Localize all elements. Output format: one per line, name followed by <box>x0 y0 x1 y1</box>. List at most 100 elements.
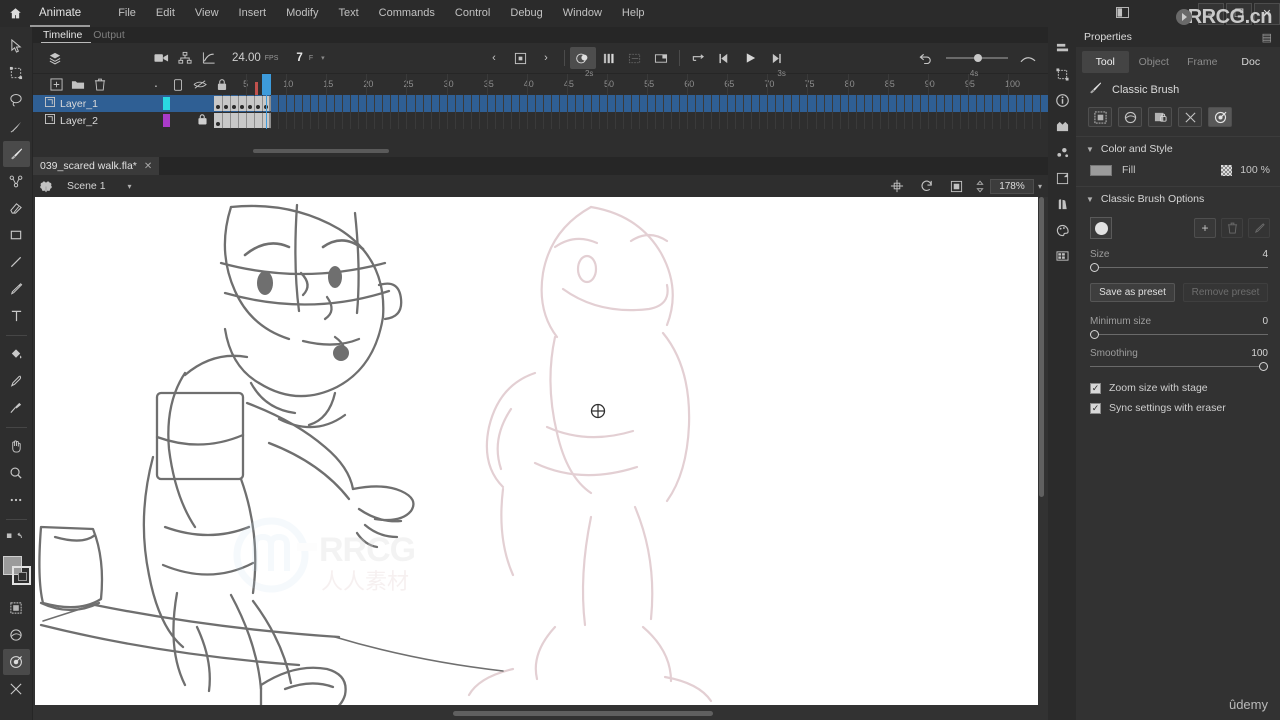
paint-option-icon[interactable] <box>2 649 30 675</box>
show-hide-all-icon[interactable]: · <box>145 75 167 95</box>
brush-tool-classic[interactable] <box>3 114 30 140</box>
save-as-preset-button[interactable]: Save as preset <box>1090 283 1175 302</box>
play-button[interactable] <box>737 47 763 69</box>
zoom-level-input[interactable]: 178% <box>989 178 1034 194</box>
layer-row[interactable]: Layer_2 <box>33 112 1098 129</box>
fill-color-swatch[interactable] <box>1090 164 1112 176</box>
home-icon[interactable] <box>0 7 30 20</box>
color-panel-icon[interactable] <box>1050 217 1074 243</box>
more-tools-icon[interactable] <box>3 487 30 513</box>
workspace-icon[interactable] <box>1110 6 1134 21</box>
actions-panel-icon[interactable] <box>1050 139 1074 165</box>
chevron-down-icon[interactable]: ▼ <box>1086 145 1094 154</box>
camera-icon[interactable] <box>149 47 173 69</box>
panel-menu-icon[interactable]: ▤ <box>1262 31 1272 44</box>
tab-tool[interactable]: Tool <box>1082 51 1129 73</box>
zoom-size-checkbox[interactable]: ✓ <box>1090 382 1101 394</box>
scene-icon[interactable] <box>33 176 59 196</box>
frame-size-slider[interactable] <box>946 54 1008 62</box>
outline-all-icon[interactable] <box>167 75 189 95</box>
rotate-stage-icon[interactable] <box>914 176 940 196</box>
menu-help[interactable]: Help <box>612 0 655 27</box>
smoothing-slider-knob[interactable] <box>1259 362 1268 371</box>
menu-edit[interactable]: Edit <box>146 0 185 27</box>
chevron-down-icon[interactable]: ▾ <box>128 182 132 191</box>
tab-object[interactable]: Object <box>1131 51 1178 73</box>
brush-mode-button[interactable] <box>1118 107 1142 127</box>
layer-frames[interactable] <box>214 112 1098 129</box>
pencil-tool[interactable] <box>3 276 30 302</box>
color-swatches[interactable] <box>1 556 31 590</box>
keyframe-marker[interactable] <box>216 122 220 126</box>
selection-tool[interactable] <box>3 33 30 59</box>
transform-panel-icon[interactable] <box>1050 61 1074 87</box>
line-tool[interactable] <box>3 249 30 275</box>
hand-tool[interactable] <box>3 433 30 459</box>
swap-colors-icon[interactable] <box>3 525 30 551</box>
playhead-marker[interactable] <box>262 74 272 96</box>
stage-horizontal-scrollbar[interactable] <box>453 711 713 716</box>
layer-lock-icon[interactable] <box>198 113 207 128</box>
free-transform-tool[interactable] <box>3 60 30 86</box>
zoom-tool[interactable] <box>3 460 30 486</box>
library-panel-icon[interactable] <box>1050 165 1074 191</box>
document-tab[interactable]: 039_scared walk.fla* ✕ <box>33 157 160 175</box>
scene-panel-icon[interactable] <box>1050 113 1074 139</box>
minimum-size-slider-knob[interactable] <box>1090 330 1099 339</box>
prev-keyframe-button[interactable]: ‹ <box>481 47 507 69</box>
frame-view-icon[interactable] <box>1016 47 1040 69</box>
layer-color-swatch[interactable] <box>163 114 170 127</box>
eraser-tool[interactable] <box>3 195 30 221</box>
edit-multiple-frames-button[interactable] <box>622 47 648 69</box>
layer-parenting-icon[interactable] <box>173 47 197 69</box>
bone-tool[interactable] <box>3 168 30 194</box>
eyedropper-tool[interactable] <box>3 368 30 394</box>
onion-range-marker[interactable] <box>255 82 259 96</box>
tab-doc[interactable]: Doc <box>1228 51 1275 73</box>
tab-frame[interactable]: Frame <box>1179 51 1226 73</box>
keyframe-marker[interactable] <box>232 105 237 109</box>
size-slider-track[interactable] <box>1090 263 1268 272</box>
minimum-size-slider-track[interactable] <box>1090 330 1268 339</box>
sync-eraser-checkbox[interactable]: ✓ <box>1090 402 1101 414</box>
keyframe-marker[interactable] <box>216 105 220 109</box>
tab-timeline[interactable]: Timeline <box>41 29 92 43</box>
onion-skin-button[interactable] <box>570 47 596 69</box>
classic-brush-options-header[interactable]: ▼ Classic Brush Options <box>1076 186 1280 211</box>
smooth-button[interactable] <box>1178 107 1202 127</box>
chevron-down-icon[interactable]: ▼ <box>1086 195 1094 204</box>
sync-eraser-checkbox-row[interactable]: ✓ Sync settings with eraser <box>1076 398 1280 418</box>
object-drawing-button[interactable] <box>1088 107 1112 127</box>
step-forward-button[interactable] <box>763 47 789 69</box>
brush-shape-preview[interactable] <box>1090 217 1112 239</box>
size-slider-knob[interactable] <box>1090 263 1099 272</box>
add-preset-button[interactable]: + <box>1194 218 1216 238</box>
rectangle-tool[interactable] <box>3 222 30 248</box>
smooth-option-icon[interactable] <box>3 622 30 648</box>
insert-keyframe-button[interactable] <box>507 47 533 69</box>
stepper-icon[interactable] <box>974 176 986 196</box>
modify-onion-markers-button[interactable] <box>648 47 674 69</box>
add-layer-icon[interactable] <box>45 75 67 95</box>
lasso-tool[interactable] <box>3 87 30 113</box>
layer-name[interactable]: Layer_1 <box>60 98 98 110</box>
tab-output[interactable]: Output <box>91 29 134 43</box>
loop-button[interactable] <box>685 47 711 69</box>
smoothing-value[interactable]: 100 <box>1251 348 1268 359</box>
chevron-down-icon[interactable]: ▾ <box>321 54 325 62</box>
menu-debug[interactable]: Debug <box>500 0 552 27</box>
delete-layer-icon[interactable] <box>89 75 111 95</box>
brush-tool[interactable] <box>2 141 30 167</box>
stroke-color-swatch[interactable] <box>12 566 31 585</box>
menu-commands[interactable]: Commands <box>369 0 445 27</box>
object-drawing-toggle[interactable] <box>3 595 30 621</box>
text-tool[interactable] <box>3 303 30 329</box>
zoom-size-checkbox-row[interactable]: ✓ Zoom size with stage <box>1076 378 1280 398</box>
menu-window[interactable]: Window <box>553 0 612 27</box>
frame-size-knob[interactable] <box>974 54 982 62</box>
size-value[interactable]: 4 <box>1262 249 1268 260</box>
color-and-style-header[interactable]: ▼ Color and Style <box>1076 136 1280 161</box>
fill-alpha-value[interactable]: 100 % <box>1240 164 1270 176</box>
info-panel-icon[interactable] <box>1050 87 1074 113</box>
menu-insert[interactable]: Insert <box>229 0 277 27</box>
